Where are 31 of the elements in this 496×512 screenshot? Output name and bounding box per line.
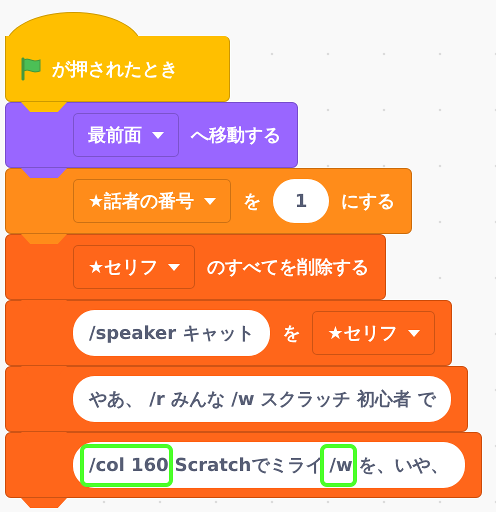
caret-icon [168, 264, 180, 270]
command-block[interactable]: ★話者の番号 を 1 にする [5, 168, 412, 234]
input-text: を、いや、 [358, 454, 449, 477]
caret-icon [152, 132, 164, 138]
block-label: が押されたとき [52, 58, 178, 80]
dropdown-label: ★話者の番号 [88, 190, 194, 213]
block-label: を [282, 322, 300, 345]
block-label: にする [341, 190, 396, 213]
input-text: /col 160 [89, 454, 169, 476]
command-block[interactable]: /col 160 Scratchでミライ /w を、いや、 [5, 432, 482, 498]
command-block[interactable]: やあ、 /r みんな /w スクラッチ 初心者 で [5, 366, 468, 432]
text-input[interactable]: /col 160 Scratchでミライ /w を、いや、 [73, 442, 465, 488]
number-input[interactable]: 1 [273, 179, 330, 223]
dropdown-label: 最前面 [88, 124, 142, 147]
block-label: へ移動する [191, 124, 281, 147]
command-block[interactable]: /speaker キャット を ★セリフ [5, 300, 452, 366]
variable-dropdown[interactable]: 最前面 [73, 113, 179, 157]
block-label: のすべてを削除する [207, 256, 370, 279]
command-block[interactable]: 最前面 へ移動する [5, 102, 298, 168]
input-text: やあ、 /r みんな /w スクラッチ 初心者 で [89, 388, 436, 411]
input-text: /w [329, 454, 353, 476]
text-input[interactable]: /speaker キャット [73, 310, 270, 356]
dropdown-label: ★セリフ [88, 256, 158, 279]
caret-icon [408, 330, 420, 336]
text-input[interactable]: やあ、 /r みんな /w スクラッチ 初心者 で [73, 376, 452, 422]
input-text: /speaker キャット [89, 322, 254, 345]
flag-icon [20, 56, 42, 80]
caret-icon [204, 198, 216, 204]
input-text: Scratchでミライ [174, 454, 324, 477]
dropdown-label: ★セリフ [327, 322, 398, 345]
block-label: を [243, 190, 262, 213]
